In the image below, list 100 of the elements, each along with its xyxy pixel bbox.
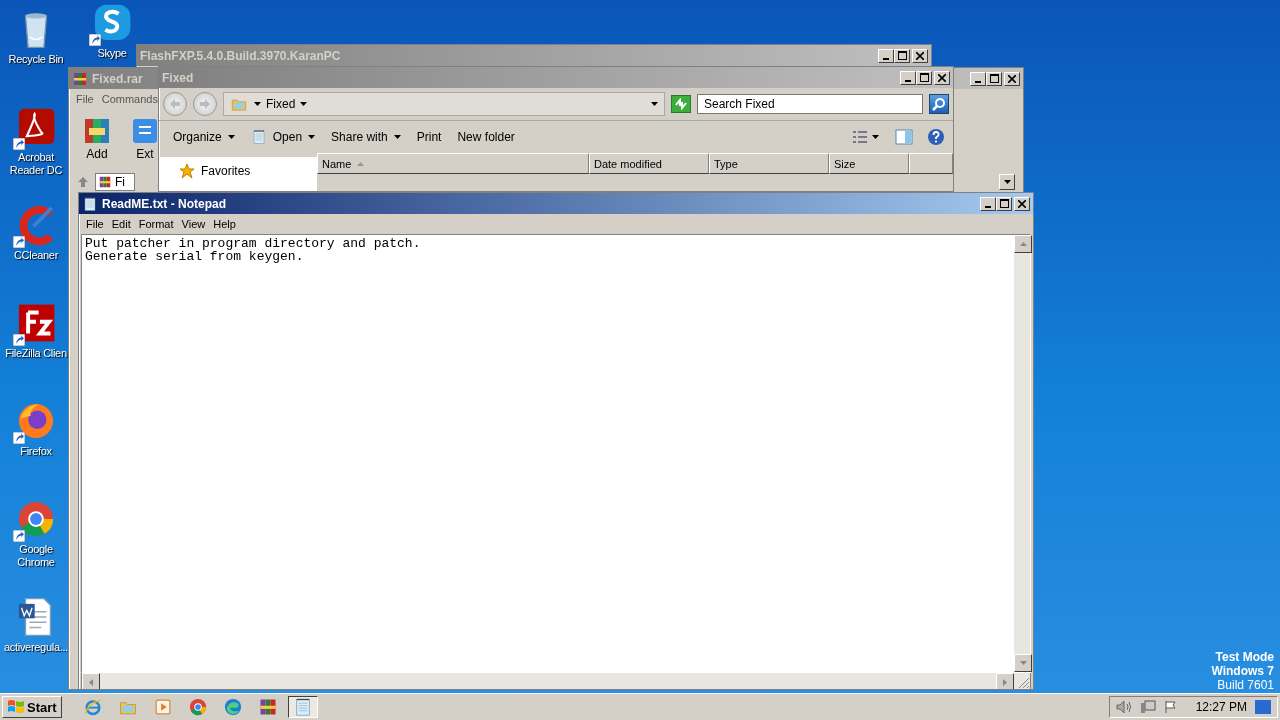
sort-arrow-icon	[357, 161, 365, 166]
close-button[interactable]	[934, 70, 950, 85]
menu-item[interactable]: File	[83, 218, 107, 230]
window-title: FlashFXP.5.4.0.Build.3970.KaranPC	[140, 48, 341, 63]
shortcut-arrow-icon	[13, 236, 25, 248]
close-icon	[916, 51, 924, 60]
menu-item[interactable]: View	[178, 218, 209, 230]
clock[interactable]: 12:27 PM	[1195, 700, 1247, 714]
caret-icon	[227, 135, 235, 139]
maximize-icon	[999, 199, 1009, 208]
address-field[interactable]: Fi	[95, 173, 135, 191]
notepad-icon	[250, 129, 267, 145]
minimize-button[interactable]	[878, 48, 894, 63]
app-icon	[222, 697, 243, 717]
back-arrow-icon	[169, 99, 181, 109]
speaker-icon[interactable]	[1115, 700, 1132, 714]
minimize-icon	[905, 79, 911, 82]
help-icon[interactable]	[927, 128, 945, 146]
column-header[interactable]: Size	[829, 153, 909, 174]
maximize-button[interactable]	[916, 70, 932, 85]
minimize-button[interactable]	[980, 196, 996, 211]
address-bar[interactable]: Fixed	[223, 92, 665, 116]
os-notice-text: Build 7601	[1217, 678, 1274, 692]
minimize-button[interactable]	[970, 71, 986, 86]
star-icon	[179, 163, 195, 179]
minimize-icon	[985, 205, 991, 208]
start-button[interactable]: Start	[2, 696, 62, 718]
desktop-icon-label[interactable]: Acrobat Reader DC	[3, 151, 69, 177]
menu-item[interactable]: Help	[210, 218, 239, 230]
maximize-icon	[919, 73, 929, 82]
forward-arrow-icon	[199, 99, 211, 109]
close-button[interactable]	[1004, 71, 1020, 86]
shortcut-arrow-icon	[13, 138, 25, 150]
window-title: Fixed	[162, 70, 194, 85]
menu-item[interactable]: Format	[135, 218, 177, 230]
shortcut-arrow-icon	[13, 530, 25, 542]
desktop-icon-label[interactable]: activeregula...	[4, 641, 68, 654]
caret-icon	[300, 102, 308, 106]
shortcut-arrow-icon	[13, 432, 25, 444]
caret-icon	[308, 135, 316, 139]
nav-item[interactable]: Favorites	[201, 164, 251, 178]
toolbar-button[interactable]: Add	[81, 115, 113, 165]
os-notice-text: Windows 7	[1211, 664, 1274, 678]
close-button[interactable]	[1014, 196, 1030, 211]
close-icon	[1018, 199, 1026, 208]
desktop-icon-label[interactable]: Google Chrome	[3, 543, 69, 569]
command-button[interactable]: Share with	[325, 126, 407, 148]
minimize-icon	[883, 57, 889, 60]
view-caret-icon	[872, 135, 879, 139]
view-list-icon[interactable]	[852, 130, 868, 144]
caret-icon	[254, 102, 261, 106]
desktop-icon-label[interactable]: CCleaner	[13, 249, 59, 262]
taskbar-app-button[interactable]	[287, 696, 318, 718]
column-header[interactable]: Date modified	[589, 153, 709, 174]
command-button[interactable]: Print	[410, 126, 448, 148]
column-header[interactable]: Type	[709, 153, 829, 174]
command-button[interactable]: New folder	[451, 126, 521, 148]
maximize-icon	[989, 74, 999, 83]
column-header[interactable]: Name	[317, 153, 589, 174]
shortcut-arrow-icon	[13, 334, 25, 346]
maximize-button[interactable]	[996, 196, 1012, 211]
caret-icon	[1003, 180, 1011, 184]
os-notice-text: Test Mode	[1215, 650, 1274, 664]
caret-icon	[393, 135, 401, 139]
minimize-button[interactable]	[900, 70, 916, 85]
desktop-icon-label[interactable]: Skype	[97, 47, 127, 60]
toolbar-button[interactable]: Ext	[129, 115, 161, 165]
window-title: ReadME.txt - Notepad	[102, 196, 226, 211]
dropdown-button[interactable]	[999, 174, 1015, 190]
search-icon	[932, 97, 946, 111]
menu-item[interactable]: File	[73, 93, 97, 105]
windows-logo-icon	[7, 699, 25, 715]
minimize-icon	[975, 80, 981, 83]
close-button[interactable]	[912, 48, 928, 63]
desktop-icon-label[interactable]: Firefox	[20, 445, 52, 458]
text-area[interactable]: Put patcher in program directory and patch. Generate serial from keygen.	[82, 235, 1014, 672]
app-icon	[187, 697, 208, 717]
search-field[interactable]: Search Fixed	[697, 94, 923, 114]
command-button[interactable]: Open	[244, 125, 322, 149]
close-icon	[938, 73, 946, 82]
dropdown-caret-icon	[651, 102, 658, 106]
app-icon	[152, 697, 173, 717]
desktop-icon-label[interactable]: FileZilla Clien	[5, 347, 67, 360]
up-arrow-icon	[77, 176, 89, 188]
breadcrumb-item[interactable]: Fixed	[266, 97, 296, 111]
refresh-arrows-icon	[674, 98, 688, 110]
search-button[interactable]	[929, 94, 949, 114]
app-icon	[82, 697, 103, 717]
flag-icon[interactable]	[1163, 700, 1178, 714]
maximize-button[interactable]	[894, 48, 910, 63]
command-button[interactable]: Organize	[167, 126, 241, 148]
window-title: Fixed.rar	[92, 71, 143, 86]
refresh-button[interactable]	[671, 95, 691, 113]
notepad-icon	[82, 195, 98, 212]
maximize-button[interactable]	[986, 71, 1002, 86]
shortcut-arrow-icon	[89, 34, 101, 46]
desktop-icon-label[interactable]: Recycle Bin	[8, 53, 64, 66]
menu-item[interactable]: Commands	[98, 93, 161, 105]
close-icon	[1008, 74, 1016, 83]
menu-item[interactable]: Edit	[108, 218, 134, 230]
